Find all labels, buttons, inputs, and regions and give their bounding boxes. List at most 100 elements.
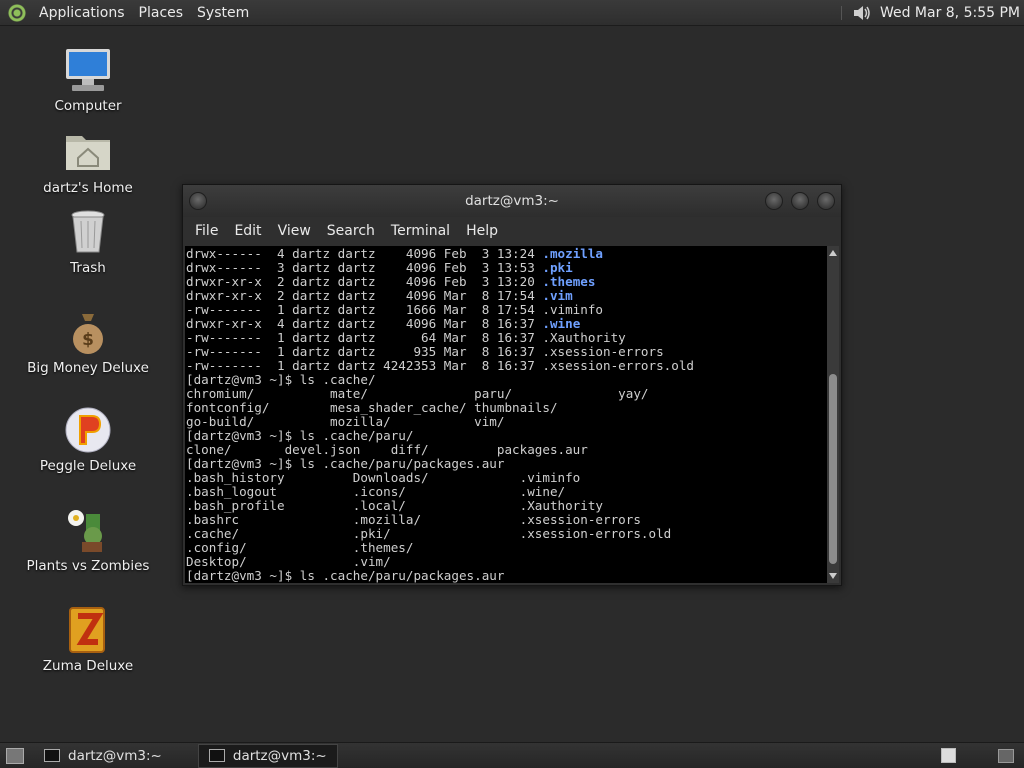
tray-icon[interactable] [998,749,1014,763]
terminal-line: clone/ devel.json diff/ packages.aur [186,443,827,457]
terminal-line: Desktop/ .vim/ [186,555,827,569]
peggle-icon [64,406,112,454]
mate-logo-icon[interactable] [8,3,26,22]
taskbar-item-active[interactable]: dartz@vm3:~ [197,743,338,768]
panel-separator [840,5,842,20]
terminal-line: chromium/ mate/ paru/ yay/ [186,387,827,401]
terminal-line-text: drwxr-xr-x 2 dartz dartz 4096 Mar 8 17:5… [186,288,543,303]
terminal-line-text: [dartz@vm3 ~]$ ls .cache/paru/packages.a… [186,568,505,583]
menu-system[interactable]: System [190,5,256,21]
terminal-line-text: .config/ .themes/ [186,540,414,555]
desktop-icon-peggle[interactable]: Peggle Deluxe [13,406,163,474]
terminal-scrollbar[interactable] [827,246,839,583]
terminal-line-text: .cache/ .pki/ .xsession-errors.old [186,526,672,541]
desktop-icon-plants-vs-zombies[interactable]: Plants vs Zombies [13,506,163,574]
terminal-line-text: [dartz@vm3 ~]$ ls .cache/ [186,372,376,387]
terminal-line-text: drwx------ 4 dartz dartz 4096 Feb 3 13:2… [186,246,543,261]
terminal-line-text: chromium/ mate/ paru/ yay/ [186,386,649,401]
terminal-dir-name: .vim [542,288,573,303]
menu-places[interactable]: Places [132,5,191,21]
menu-edit[interactable]: Edit [226,223,269,239]
terminal-line: [dartz@vm3 ~]$ ls .cache/paru/packages.a… [186,569,827,583]
terminal-line-text: .bash_profile .local/ .Xauthority [186,498,604,513]
menu-search[interactable]: Search [319,223,383,239]
terminal-line: go-build/ mozilla/ vim/ [186,415,827,429]
bottom-panel: dartz@vm3:~ dartz@vm3:~ [0,742,1024,768]
taskbar-item-label: dartz@vm3:~ [68,747,162,764]
computer-icon [64,46,112,94]
taskbar-item[interactable]: dartz@vm3:~ [34,745,172,767]
terminal-line-text: [dartz@vm3 ~]$ ls .cache/paru/packages.a… [186,456,505,471]
desktop-icon-computer[interactable]: Computer [13,46,163,114]
minimize-button[interactable] [765,192,783,210]
terminal-line-text: drwxr-xr-x 2 dartz dartz 4096 Feb 3 13:2… [186,274,543,289]
desktop-icon-label: dartz's Home [43,180,133,196]
terminal-window[interactable]: dartz@vm3:~ File Edit View Search Termin… [182,184,842,586]
menu-help[interactable]: Help [458,223,506,239]
home-folder-icon [64,128,112,176]
scroll-down-icon[interactable] [829,573,837,579]
terminal-line: -rw------- 1 dartz dartz 64 Mar 8 16:37 … [186,331,827,345]
terminal-line-text: [dartz@vm3 ~]$ ls .cache/paru/ [186,428,414,443]
terminal-line: .bash_profile .local/ .Xauthority [186,499,827,513]
menu-applications[interactable]: Applications [32,5,132,21]
terminal-line-text: drwxr-xr-x 4 dartz dartz 4096 Mar 8 16:3… [186,316,543,331]
terminal-line-text: .bash_history Downloads/ .viminfo [186,470,581,485]
show-desktop-icon[interactable] [6,747,24,764]
terminal-line: -rw------- 1 dartz dartz 935 Mar 8 16:37… [186,345,827,359]
terminal-line: drwxr-xr-x 4 dartz dartz 4096 Mar 8 16:3… [186,317,827,331]
terminal-line-text: fontconfig/ mesa_shader_cache/ thumbnail… [186,400,558,415]
desktop-icon-label: Big Money Deluxe [27,360,149,376]
desktop-icon-trash[interactable]: Trash [13,208,163,276]
terminal-line: drwx------ 3 dartz dartz 4096 Feb 3 13:5… [186,261,827,275]
workspace-switcher[interactable] [941,748,956,763]
terminal-dir-name: .mozilla [542,246,604,261]
menu-terminal[interactable]: Terminal [383,223,458,239]
desktop-icon-label: Peggle Deluxe [39,458,137,474]
desktop-icon-label: Computer [54,98,122,114]
terminal-line: [dartz@vm3 ~]$ ls .cache/ [186,373,827,387]
clock[interactable]: Wed Mar 8, 5:55 PM [880,5,1020,21]
svg-text:$: $ [82,330,94,350]
terminal-line-text: go-build/ mozilla/ vim/ [186,414,505,429]
terminal-line-text: Desktop/ .vim/ [186,554,391,569]
taskbar-item-label: dartz@vm3:~ [232,747,327,764]
terminal-line: -rw------- 1 dartz dartz 4242353 Mar 8 1… [186,359,827,373]
terminal-menubar: File Edit View Search Terminal Help [183,217,841,245]
terminal-dir-name: .pki [542,260,573,275]
menu-view[interactable]: View [270,223,319,239]
maximize-button[interactable] [791,192,809,210]
scrollbar-thumb[interactable] [829,374,837,564]
scroll-up-icon[interactable] [829,250,837,256]
terminal-line-text: -rw------- 1 dartz dartz 1666 Mar 8 17:5… [186,302,604,317]
terminal-dir-name: .wine [542,316,581,331]
terminal-line: .config/ .themes/ [186,541,827,555]
window-titlebar[interactable]: dartz@vm3:~ [183,185,841,217]
close-button[interactable] [817,192,835,210]
desktop-icon-big-money[interactable]: $ Big Money Deluxe [13,308,163,376]
zuma-icon [64,606,112,654]
terminal-line: drwxr-xr-x 2 dartz dartz 4096 Feb 3 13:2… [186,275,827,289]
desktop-icon-home[interactable]: dartz's Home [13,128,163,196]
terminal-line-text: drwx------ 3 dartz dartz 4096 Feb 3 13:5… [186,260,543,275]
terminal-line-text: -rw------- 1 dartz dartz 935 Mar 8 16:37… [186,344,664,359]
money-bag-icon: $ [64,308,112,356]
terminal-line: fontconfig/ mesa_shader_cache/ thumbnail… [186,401,827,415]
terminal-line: drwxr-xr-x 2 dartz dartz 4096 Mar 8 17:5… [186,289,827,303]
desktop-icon-zuma[interactable]: Zuma Deluxe [13,606,163,674]
terminal-output[interactable]: drwx------ 4 dartz dartz 4096 Feb 3 13:2… [185,246,827,583]
terminal-line: [dartz@vm3 ~]$ ls .cache/paru/packages.a… [186,457,827,471]
terminal-line: [dartz@vm3 ~]$ ls .cache/paru/ [186,429,827,443]
terminal-line-text: clone/ devel.json diff/ packages.aur [186,442,588,457]
plants-vs-zombies-icon [64,506,112,554]
menu-file[interactable]: File [187,223,226,239]
terminal-icon [44,749,60,762]
trash-icon [64,208,112,256]
desktop-icon-label: Plants vs Zombies [26,558,150,574]
window-title: dartz@vm3:~ [465,193,559,209]
terminal-line: .bash_history Downloads/ .viminfo [186,471,827,485]
terminal-dir-name: .themes [542,274,596,289]
terminal-line-text: -rw------- 1 dartz dartz 4242353 Mar 8 1… [186,358,694,373]
volume-icon[interactable] [852,3,872,23]
terminal-line: .bashrc .mozilla/ .xsession-errors [186,513,827,527]
